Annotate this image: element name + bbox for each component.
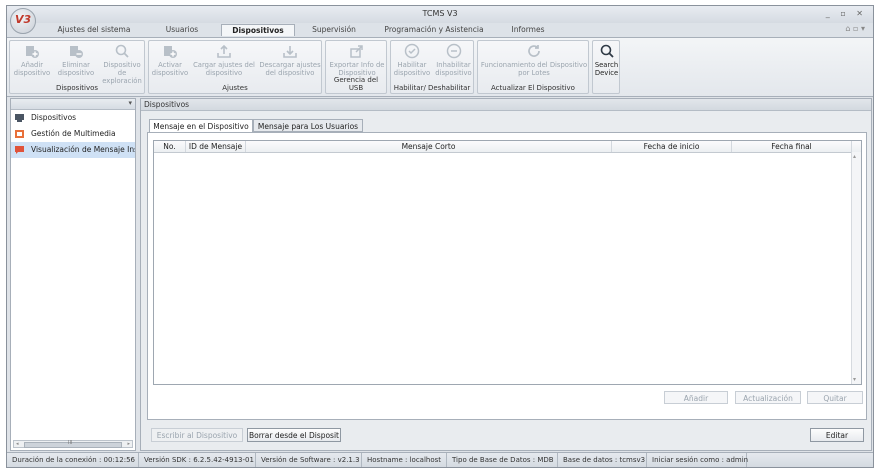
status-database: Base de datos : tcmsv3 — [558, 453, 647, 467]
app-logo[interactable]: V3 — [10, 8, 36, 34]
navigation-panel-header: ▾ — [11, 99, 135, 110]
status-software-version: Versión de Software : v2.1.3 — [256, 453, 362, 467]
app-window: TCMS V3 _ ▫ ✕ V3 Ajustes del sistema Usu… — [6, 5, 874, 468]
nav-item-instant-message[interactable]: Visualización de Mensaje Instantáneo — [11, 142, 135, 158]
content-panel: Dispositivos Mensaje en el Dispositivo M… — [140, 98, 872, 451]
ribbon-group-actualizar: Funcionamiento del Dispositivo por Lotes… — [477, 40, 589, 94]
window-controls[interactable]: _ ▫ ✕ — [826, 9, 867, 18]
logo-text: V3 — [15, 13, 32, 26]
add-device-icon — [26, 46, 39, 58]
tab-dispositivos[interactable]: Dispositivos — [221, 24, 295, 36]
main-tabs: Ajustes del sistema Usuarios Dispositivo… — [7, 23, 873, 37]
ribbon-group-habilitar: Habilitar dispositivo Inhabilitar dispos… — [390, 40, 474, 94]
batch-operation-button[interactable]: Funcionamiento del Dispositivo por Lotes — [479, 43, 589, 77]
export-icon — [350, 45, 363, 58]
title-bar: TCMS V3 _ ▫ ✕ — [7, 6, 873, 23]
write-to-device-button[interactable]: Escribir al Dispositivo — [151, 428, 243, 442]
horizontal-scrollbar[interactable]: ◂ III ▸ — [13, 440, 133, 448]
enable-device-button[interactable]: Habilitar dispositivo — [392, 43, 432, 77]
table-header: No. ID de Mensaje Mensaje Corto Fecha de… — [154, 141, 861, 153]
tab-ajustes-del-sistema[interactable]: Ajustes del sistema — [49, 24, 139, 36]
clear-from-device-button[interactable]: Borrar desde el Disposit — [247, 428, 341, 442]
download-icon — [283, 46, 297, 58]
window-title: TCMS V3 — [422, 9, 458, 18]
upload-settings-button[interactable]: Cargar ajustes del dispositivo — [192, 43, 256, 77]
tab-informes[interactable]: Informes — [507, 24, 549, 36]
ribbon-group-label: Habilitar/ Deshabilitar — [393, 84, 471, 92]
ribbon-group-label: Ajustes — [222, 84, 248, 92]
scroll-right-icon[interactable]: ▸ — [127, 441, 130, 447]
status-sdk-version: Versión SDK : 6.2.5.42-4913-01 — [139, 453, 256, 467]
multimedia-icon — [15, 130, 24, 138]
ribbon-group-ajustes: Activar dispositivo Cargar ajustes del d… — [148, 40, 322, 94]
scroll-thumb[interactable]: III — [24, 440, 122, 448]
edit-button[interactable]: Editar — [810, 428, 864, 442]
search-icon — [600, 44, 614, 58]
ribbon-group-search: Search Device — [592, 40, 620, 94]
column-no[interactable]: No. — [154, 141, 186, 152]
nav-item-dispositivos[interactable]: Dispositivos — [11, 110, 135, 126]
ribbon-group-label: Gerencia del USB — [333, 76, 379, 92]
tab-user-message[interactable]: Mensaje para Los Usuarios — [253, 119, 363, 132]
vertical-scrollbar[interactable]: ▴ ▾ — [851, 152, 861, 384]
ribbon-group-usb: Exportar Info de Dispositivo Gerencia de… — [325, 40, 387, 94]
status-bar: Duración de la conexión : 00:12:56 Versi… — [7, 452, 873, 467]
status-connection-duration: Duración de la conexión : 00:12:56 — [7, 453, 139, 467]
activate-device-button[interactable]: Activar dispositivo — [150, 43, 190, 77]
search-device-button[interactable]: Search Device — [593, 43, 620, 77]
ribbon: Añadir dispositivo Eliminar dispositivo … — [7, 37, 873, 97]
disable-device-button[interactable]: Inhabilitar dispositivo — [433, 43, 474, 77]
ribbon-group-dispositivos: Añadir dispositivo Eliminar dispositivo … — [9, 40, 145, 94]
delete-device-button[interactable]: Eliminar dispositivo — [55, 43, 97, 77]
export-device-info-button[interactable]: Exportar Info de Dispositivo — [327, 43, 387, 77]
scroll-left-icon[interactable]: ◂ — [16, 441, 19, 447]
download-settings-button[interactable]: Descargar ajustes del dispositivo — [258, 43, 322, 77]
add-button[interactable]: Añadir — [664, 391, 728, 404]
add-device-button[interactable]: Añadir dispositivo — [11, 43, 53, 77]
message-table[interactable]: No. ID de Mensaje Mensaje Corto Fecha de… — [153, 140, 862, 385]
scroll-up-icon[interactable]: ▴ — [853, 153, 856, 160]
tab-device-message[interactable]: Mensaje en el Dispositivo — [149, 119, 253, 133]
pin-icon[interactable]: ▾ — [128, 99, 132, 107]
tab-panel: No. ID de Mensaje Mensaje Corto Fecha de… — [147, 132, 867, 420]
column-short-message[interactable]: Mensaje Corto — [246, 141, 612, 152]
column-message-id[interactable]: ID de Mensaje — [186, 141, 246, 152]
remove-button[interactable]: Quitar — [807, 391, 863, 404]
tab-usuarios[interactable]: Usuarios — [157, 24, 207, 36]
activate-device-icon — [164, 46, 177, 58]
status-database-type: Tipo de Base de Datos : MDB — [447, 453, 558, 467]
scroll-down-icon[interactable]: ▾ — [853, 376, 856, 383]
column-end-date[interactable]: Fecha final — [732, 141, 852, 152]
device-icon — [15, 114, 24, 122]
tab-supervision[interactable]: Supervisión — [307, 24, 361, 36]
ribbon-group-label: Actualizar El Dispositivo — [491, 84, 575, 92]
delete-device-icon — [70, 46, 83, 58]
column-start-date[interactable]: Fecha de inicio — [612, 141, 732, 152]
status-logged-in-as: Iniciar sesión como : admin — [647, 453, 748, 467]
refresh-icon — [528, 45, 540, 57]
minus-circle-icon — [446, 43, 461, 59]
message-icon — [15, 146, 24, 154]
scan-device-button[interactable]: Dispositivo de exploración — [99, 43, 145, 85]
check-circle-icon — [404, 43, 420, 59]
content-header: Dispositivos — [141, 99, 871, 111]
navigation-panel: ▾ Dispositivos Gestión de Multimedia Vis… — [10, 98, 136, 451]
search-icon — [115, 44, 129, 58]
status-hostname: Hostname : localhost — [362, 453, 447, 467]
nav-item-multimedia[interactable]: Gestión de Multimedia — [11, 126, 135, 142]
update-button[interactable]: Actualización — [735, 391, 801, 404]
tab-programacion[interactable]: Programación y Asistencia — [379, 24, 489, 36]
help-icon[interactable]: ⌂ ▫ ▾ — [845, 24, 865, 33]
ribbon-group-label: Dispositivos — [55, 84, 99, 92]
upload-icon — [217, 44, 231, 58]
